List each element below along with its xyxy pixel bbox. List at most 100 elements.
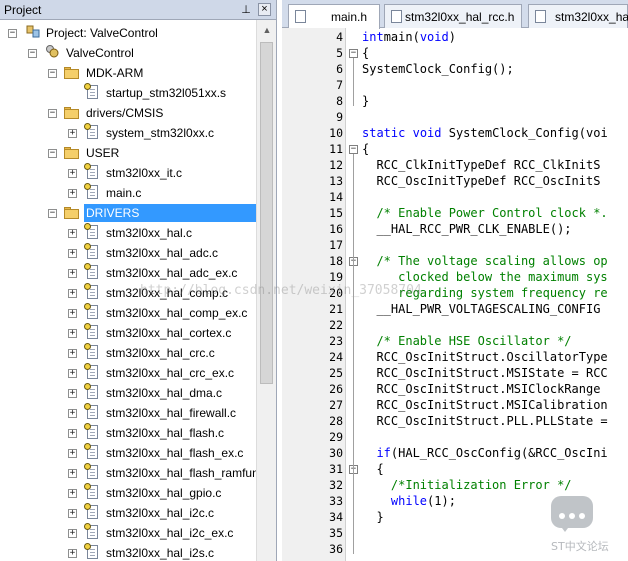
tree-file-item[interactable]: + stm32l0xx_hal_crc_ex.c: [0, 363, 256, 383]
editor-tab-bar: main.h stm32l0xx_hal_rcc.h stm32l0xx_hal_c: [282, 0, 628, 29]
expand-icon[interactable]: +: [68, 169, 77, 178]
collapse-icon[interactable]: −: [28, 49, 37, 58]
editor-tab[interactable]: main.h: [288, 4, 380, 29]
key-icon: [84, 383, 91, 390]
line-number: 6: [336, 62, 343, 76]
line-number: 4: [336, 30, 343, 44]
key-icon: [84, 403, 91, 410]
code-line: RCC_OscInitTypeDef RCC_OscInitS: [362, 174, 600, 188]
tree-file-item[interactable]: + stm32l0xx_hal_comp_ex.c: [0, 303, 256, 323]
tree-folder-item[interactable]: − MDK-ARM: [0, 63, 256, 83]
tree-target-item[interactable]: − ValveControl: [0, 43, 256, 63]
tree-item-label: stm32l0xx_hal_i2s.c: [106, 546, 215, 560]
tree-file-item[interactable]: + system_stm32l0xx.c: [0, 123, 256, 143]
line-number: 35: [329, 526, 343, 540]
collapse-icon[interactable]: −: [48, 69, 57, 78]
collapse-icon[interactable]: −: [48, 109, 57, 118]
tree-item-label: system_stm32l0xx.c: [106, 126, 215, 140]
tree-file-item[interactable]: + stm32l0xx_hal_cortex.c: [0, 323, 256, 343]
line-number: 30: [329, 446, 343, 460]
code-line: /*Initialization Error */: [362, 478, 572, 492]
tree-file-item[interactable]: + stm32l0xx_hal_adc_ex.c: [0, 263, 256, 283]
scrollbar-thumb[interactable]: [260, 42, 273, 384]
expand-icon[interactable]: +: [68, 529, 77, 538]
fold-toggle-icon[interactable]: −: [349, 145, 358, 154]
code-line: RCC_OscInitStruct.MSIState = RCC: [362, 366, 608, 380]
line-number: 17: [329, 238, 343, 252]
tree-file-item[interactable]: + main.c: [0, 183, 256, 203]
collapse-icon[interactable]: −: [48, 149, 57, 158]
tree-file-item[interactable]: + stm32l0xx_hal_i2c.c: [0, 503, 256, 523]
code-line: {: [362, 142, 369, 156]
tree-file-item[interactable]: startup_stm32l051xx.s: [0, 83, 256, 103]
expand-icon[interactable]: +: [68, 129, 77, 138]
editor-tab-label: main.h: [331, 10, 368, 24]
expand-icon[interactable]: +: [68, 449, 77, 458]
expand-icon[interactable]: +: [68, 429, 77, 438]
expand-icon[interactable]: +: [68, 189, 77, 198]
code-line: }: [362, 510, 384, 524]
tree-file-item[interactable]: + stm32l0xx_it.c: [0, 163, 256, 183]
key-icon: [84, 463, 91, 470]
fold-toggle-icon[interactable]: −: [349, 49, 358, 58]
tree-file-item[interactable]: + stm32l0xx_hal_dma.c: [0, 383, 256, 403]
expand-icon[interactable]: +: [68, 409, 77, 418]
expand-icon[interactable]: +: [68, 289, 77, 298]
expand-icon[interactable]: +: [68, 329, 77, 338]
tree-file-item[interactable]: + stm32l0xx_hal_flash_ramfunc: [0, 463, 256, 483]
expand-icon[interactable]: +: [68, 249, 77, 258]
code-text: RCC_ClkInitTypeDef RCC_ClkInitS: [362, 158, 601, 172]
fold-guide: [353, 58, 354, 106]
tree-file-item[interactable]: + stm32l0xx_hal_adc.c: [0, 243, 256, 263]
expand-icon[interactable]: +: [68, 369, 77, 378]
code-line: {: [362, 462, 383, 476]
close-icon[interactable]: ×: [258, 3, 271, 16]
tree-file-item[interactable]: + stm32l0xx_hal_i2s.c: [0, 543, 256, 561]
code-line: RCC_OscInitStruct.MSIClockRange: [362, 382, 600, 396]
expand-icon[interactable]: +: [68, 389, 77, 398]
tree-item-label: main.c: [106, 186, 142, 200]
expand-icon[interactable]: +: [68, 309, 77, 318]
expand-icon[interactable]: +: [68, 509, 77, 518]
expand-icon[interactable]: +: [68, 229, 77, 238]
editor-tab[interactable]: stm32l0xx_hal_c: [528, 4, 628, 28]
key-icon: [84, 503, 91, 510]
expand-icon[interactable]: +: [68, 269, 77, 278]
collapse-icon[interactable]: −: [48, 209, 57, 218]
expand-icon[interactable]: +: [68, 549, 77, 558]
tree-folder-item[interactable]: − USER: [0, 143, 256, 163]
code-line: /* The voltage scaling allows op: [362, 254, 607, 268]
code-text: RCC_OscInitStruct.MSIState = RCC: [362, 366, 608, 380]
key-icon: [84, 443, 91, 450]
tree-folder-item[interactable]: − drivers/CMSIS: [0, 103, 256, 123]
expand-icon[interactable]: +: [68, 489, 77, 498]
pin-icon[interactable]: ⊥: [240, 4, 252, 16]
tree-item-label: stm32l0xx_hal_flash_ramfunc: [106, 466, 256, 480]
tree-file-item[interactable]: + stm32l0xx_hal_crc.c: [0, 343, 256, 363]
code-text: RCC_OscInitStruct.MSICalibration: [362, 398, 608, 412]
expand-icon[interactable]: +: [68, 469, 77, 478]
tree-item-label: startup_stm32l051xx.s: [106, 86, 227, 100]
editor-tab[interactable]: stm32l0xx_hal_rcc.h: [384, 4, 522, 28]
collapse-icon[interactable]: −: [8, 29, 17, 38]
tree-file-item[interactable]: + stm32l0xx_hal_flash_ex.c: [0, 443, 256, 463]
line-number: 7: [336, 78, 343, 92]
folder-icon: [64, 207, 80, 219]
scroll-up-icon[interactable]: ▲: [260, 23, 274, 37]
tree-root-item[interactable]: − Project: ValveControl: [0, 23, 256, 43]
tree-file-item[interactable]: + stm32l0xx_hal_firewall.c: [0, 403, 256, 423]
code-text: RCC_OscInitTypeDef RCC_OscInitS: [362, 174, 601, 188]
tree-file-item[interactable]: + stm32l0xx_hal_gpio.c: [0, 483, 256, 503]
tree-folder-item[interactable]: − DRIVERS: [0, 203, 256, 223]
forum-logo: ST中文论坛: [548, 492, 620, 556]
expand-icon[interactable]: +: [68, 349, 77, 358]
tree-file-item[interactable]: + stm32l0xx_hal_i2c_ex.c: [0, 523, 256, 543]
line-number: 28: [329, 414, 343, 428]
tree-file-item[interactable]: + stm32l0xx_hal.c: [0, 223, 256, 243]
fold-guide: [353, 474, 354, 522]
code-comment: /* Enable HSE Oscillator */: [362, 334, 572, 348]
code-text: }: [362, 510, 384, 524]
tree-file-item[interactable]: + stm32l0xx_hal_flash.c: [0, 423, 256, 443]
